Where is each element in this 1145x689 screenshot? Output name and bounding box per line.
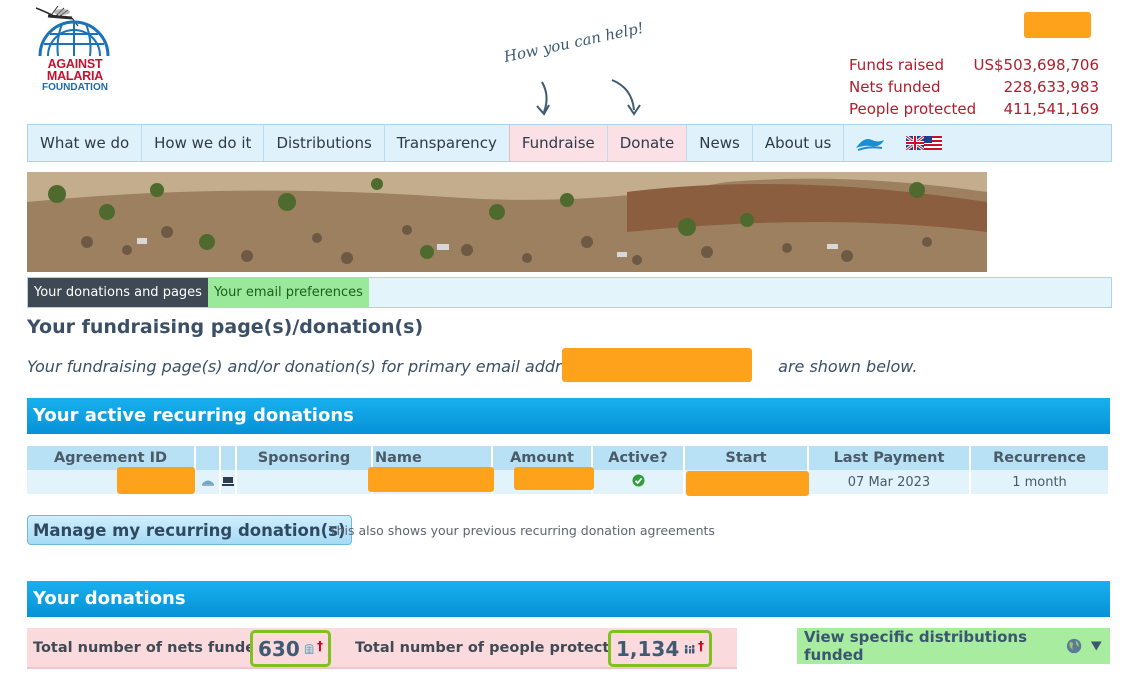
nav-wave-link[interactable] [844,125,896,161]
redacted-user-box [1024,12,1091,38]
globe-icon [1067,638,1082,654]
people-icon [685,644,695,653]
redacted-start [686,471,809,496]
computer-icon [222,476,234,486]
logo-line-2: MALARIA [46,69,104,83]
nav-what-we-do[interactable]: What we do [28,125,143,161]
cell-sponsoring [236,470,373,494]
recurring-section-header: Your active recurring donations [27,398,1110,434]
nav-transparency[interactable]: Transparency [385,125,509,161]
redacted-email [562,348,752,382]
redacted-agreement-id [117,467,195,494]
main-nav: What we do How we do it Distributions Tr… [27,124,1112,162]
stat-nets-funded: Nets funded 228,633,983 [849,76,1099,98]
wave-icon [856,139,885,151]
nets-funded-box: 630 † [250,630,331,667]
check-circle-icon [632,474,644,486]
col-sponsoring: Sponsoring [236,446,373,470]
help-arrows-icon [536,79,641,116]
donations-section-header: Your donations [27,581,1110,617]
col-start: Start [684,446,809,470]
stat-label: Nets funded [849,78,941,96]
account-subtabs: Your donations and pages Your email pref… [27,277,1112,308]
tab-email-preferences[interactable]: Your email preferences [207,278,369,307]
globe-mosquito-icon [35,5,110,57]
redacted-name [368,467,494,492]
nav-how-we-do-it[interactable]: How we do it [142,125,265,161]
redacted-amount [514,467,594,490]
view-distributions-label: View specific distributions funded [804,628,1028,664]
cell-icon-2[interactable] [220,470,237,494]
tab-donations-and-pages[interactable]: Your donations and pages [28,278,208,307]
intro-before: Your fundraising page(s) and/or donation… [27,357,589,376]
nav-fundraise[interactable]: Fundraise [508,125,608,161]
net-icon [304,643,314,654]
col-icon-2 [220,446,237,470]
manage-note: This also shows your previous recurring … [329,523,715,538]
nav-distributions[interactable]: Distributions [264,125,385,161]
global-stats: Funds raised US$503,698,706 Nets funded … [849,54,1099,120]
stat-value: US$503,698,706 [973,56,1099,74]
nav-about-us[interactable]: About us [753,125,845,161]
intro-text: Your fundraising page(s) and/or donation… [27,357,917,376]
col-icon-1 [195,446,221,470]
nav-language-link[interactable] [896,125,952,161]
cell-icon-1[interactable] [195,470,221,494]
intro-after: are shown below. [778,357,918,376]
stat-label: People protected [849,100,977,118]
people-protected-box: 1,134 † [608,630,712,667]
people-dagger: † [698,639,704,653]
people-protected-label: Total number of people protected [355,640,630,656]
nav-donate[interactable]: Donate [607,125,688,161]
col-last-payment: Last Payment [808,446,971,470]
logo-line-3: FOUNDATION [42,82,108,93]
village-photo [27,172,987,272]
page-title: Your fundraising page(s)/donation(s) [27,316,424,338]
nav-news[interactable]: News [687,125,753,161]
cell-active [592,470,685,494]
donation-totals: Total number of nets funded: 630 † Total… [27,628,737,669]
mosquito-net-icon [201,480,214,485]
nets-funded-value: 630 [258,636,300,661]
manage-recurring-button[interactable]: Manage my recurring donation(s) [27,515,352,545]
nets-dagger: † [317,639,323,653]
stat-people-protected: People protected 411,541,169 [849,98,1099,120]
stat-label: Funds raised [849,56,945,74]
banner-image [27,172,987,272]
nets-funded-label: Total number of nets funded: [33,640,272,656]
stat-value: 228,633,983 [1003,78,1099,96]
cell-recurrence: 1 month [970,470,1110,494]
col-recurrence: Recurrence [970,446,1110,470]
logo-text: AGAINST MALARIA FOUNDATION [30,58,120,94]
view-distributions-button[interactable]: View specific distributions funded [797,628,1110,664]
stat-value: 411,541,169 [1003,100,1099,118]
help-annotation: How you can help! [502,18,646,67]
triangle-down-icon [1091,641,1103,651]
people-protected-value: 1,134 [616,636,680,661]
cell-last-payment: 07 Mar 2023 [808,470,971,494]
uk-us-flag-icon [906,136,943,150]
col-active: Active? [592,446,685,470]
stat-funds-raised: Funds raised US$503,698,706 [849,54,1099,76]
